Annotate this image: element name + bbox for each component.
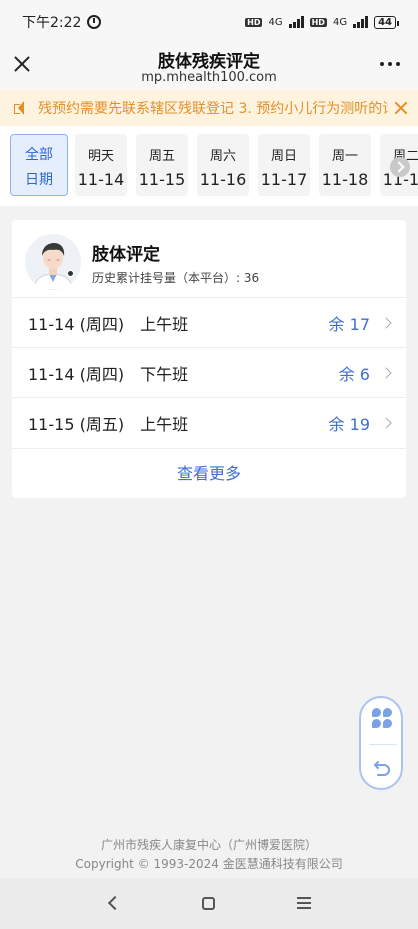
page-url: mp.mhealth100.com — [141, 70, 277, 85]
doctor-avatar-illustration — [25, 234, 81, 290]
date-tab-weekday: 周六 — [209, 149, 236, 164]
system-back-icon[interactable] — [107, 895, 123, 911]
nav-bar: 肢体残疾评定 mp.mhealth100.com — [0, 44, 418, 90]
date-tab-date: 11-18 — [321, 170, 369, 189]
department-title: 肢体评定 — [92, 245, 160, 265]
slot-shift: 下午班 — [140, 364, 189, 384]
network-label-1: 4G — [268, 16, 283, 28]
date-tab-date: 11-15 — [138, 170, 186, 189]
date-tab-weekday: 周五 — [148, 149, 175, 164]
date-tab-date: 11-17 — [260, 170, 308, 189]
date-tab-all[interactable]: 全部 日期 — [10, 134, 68, 196]
date-tab-weekday: 周一 — [331, 149, 358, 164]
date-tab-11-18[interactable]: 周一 11-18 — [319, 134, 371, 196]
slot-remaining: 余 19 — [328, 414, 370, 434]
chevron-right-icon — [380, 366, 392, 379]
floating-menu — [359, 696, 403, 790]
date-tab-date: 11-16 — [199, 170, 247, 189]
scroll-right-icon[interactable] — [390, 157, 410, 177]
slot-date: 11-14 (周四) — [28, 314, 125, 334]
date-tab-11-17[interactable]: 周日 11-17 — [258, 134, 310, 196]
date-tab-11-14[interactable]: 明天 11-14 — [75, 134, 127, 196]
date-tab-11-16[interactable]: 周六 11-16 — [197, 134, 249, 196]
online-dot — [67, 270, 74, 277]
system-menu-icon[interactable] — [297, 897, 311, 909]
return-icon[interactable] — [373, 759, 391, 777]
slot-remaining: 余 6 — [338, 364, 370, 384]
view-more-link[interactable]: 查看更多 — [12, 448, 406, 498]
status-time: 下午2:22 — [22, 15, 82, 31]
status-bar: 下午2:22 HD 4G HD 4G 44 — [0, 0, 418, 44]
date-tab-weekday: 明天 — [87, 149, 114, 164]
date-tab-weekday: 全部 — [25, 147, 53, 163]
notice-close-icon[interactable] — [394, 101, 408, 115]
slot-remaining: 余 17 — [328, 314, 370, 334]
network-label-2: 4G — [332, 16, 348, 28]
more-options-icon[interactable] — [380, 62, 400, 66]
footer-copyright: Copyright © 1993-2024 金医慧通科技有限公司 — [75, 857, 343, 871]
status-indicators: HD 4G HD 4G 44 — [245, 15, 399, 29]
date-selector: 全部 日期 明天 11-14 周五 11-15 周六 11-16 周日 11-1… — [0, 126, 418, 206]
date-tab-weekday: 周日 — [270, 149, 297, 164]
notice-text: 残预约需要先联系辖区残联登记 3. 预约小儿行为测听的请 — [38, 101, 388, 117]
footer-hospital: 广州市残疾人康复中心（广州博爱医院） — [100, 838, 317, 852]
page-title: 肢体残疾评定 — [158, 52, 260, 72]
date-tab-date: 日期 — [25, 172, 53, 188]
date-tab-11-15[interactable]: 周五 11-15 — [136, 134, 188, 196]
slot-date: 11-14 (周四) — [28, 364, 125, 384]
notice-banner: 残预约需要先联系辖区残联登记 3. 预约小儿行为测听的请 — [0, 90, 418, 126]
chevron-right-icon — [380, 416, 392, 429]
floating-divider — [369, 744, 397, 745]
slot-row[interactable]: 11-15 (周五) 上午班 余 19 — [12, 397, 406, 447]
battery-icon: 44 — [374, 15, 399, 29]
status-time-group: 下午2:22 — [22, 12, 102, 32]
registration-count: 历史累计挂号量（本平台）: 36 — [92, 271, 260, 285]
signal-icon — [288, 16, 304, 28]
hd-icon: HD — [245, 17, 263, 27]
system-nav-bar — [0, 878, 418, 929]
slot-shift: 上午班 — [140, 414, 189, 434]
signal-icon-2 — [353, 16, 369, 28]
date-tab-date: 11-14 — [77, 170, 125, 189]
doctor-avatar — [25, 234, 81, 290]
speaker-icon — [14, 101, 30, 115]
department-card: 肢体评定 历史累计挂号量（本平台）: 36 11-14 (周四) 上午班 余 1… — [12, 220, 406, 498]
apps-icon[interactable] — [372, 708, 392, 728]
alarm-icon — [87, 15, 102, 29]
system-home-icon[interactable] — [202, 897, 215, 910]
slot-date: 11-15 (周五) — [28, 414, 125, 434]
slot-row[interactable]: 11-14 (周四) 下午班 余 6 — [12, 347, 406, 397]
hd-icon-2: HD — [309, 17, 327, 27]
slot-row[interactable]: 11-14 (周四) 上午班 余 17 — [12, 297, 406, 347]
slot-shift: 上午班 — [140, 314, 189, 334]
chevron-right-icon — [380, 316, 392, 329]
